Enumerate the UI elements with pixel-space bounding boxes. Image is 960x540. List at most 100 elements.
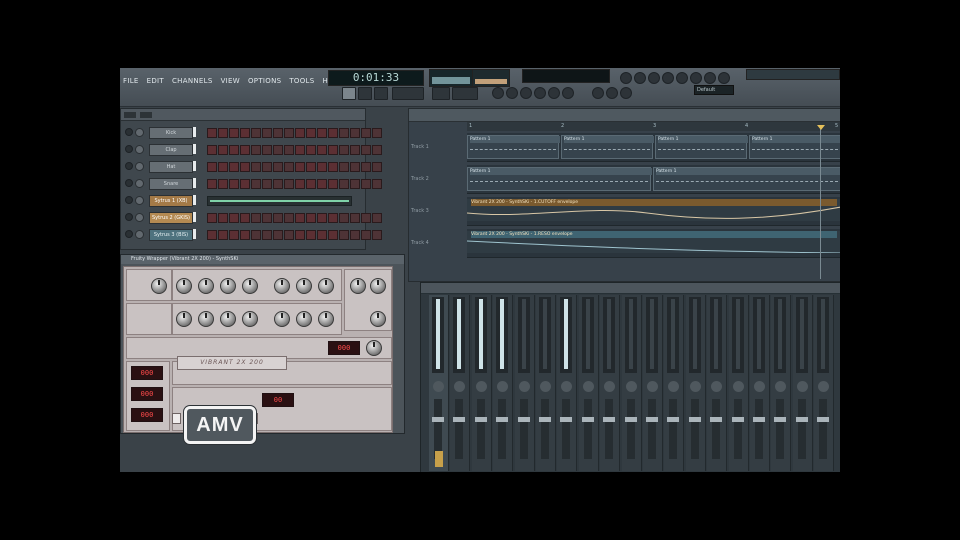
volume-fader[interactable]	[646, 399, 658, 459]
channel-name-button[interactable]: Sytrus 3 (BIS)	[149, 229, 193, 241]
step-button[interactable]	[306, 145, 316, 155]
step-button[interactable]	[240, 162, 250, 172]
channel-select-indicator[interactable]	[193, 127, 196, 137]
channel-mute-led[interactable]	[125, 230, 133, 238]
channel-pan-knob[interactable]	[135, 179, 144, 188]
step-button[interactable]	[328, 230, 338, 240]
mixer-pan-knob[interactable]	[625, 381, 637, 392]
step-button[interactable]	[207, 230, 217, 240]
volume-fader[interactable]	[539, 399, 551, 459]
step-button[interactable]	[207, 128, 217, 138]
channel-row[interactable]: Clap	[121, 142, 382, 156]
mixer-pan-knob[interactable]	[497, 381, 509, 392]
channel-row[interactable]: Sytrus 1 (XB)	[121, 193, 365, 207]
mixer-pan-knob[interactable]	[668, 381, 680, 392]
volume-fader[interactable]	[474, 399, 487, 459]
volume-fader[interactable]	[667, 399, 680, 459]
reso-knob[interactable]	[198, 278, 214, 294]
step-button[interactable]	[262, 179, 272, 189]
step-button[interactable]	[284, 230, 294, 240]
step-edit-icon[interactable]	[562, 87, 574, 99]
mixer-pan-knob[interactable]	[796, 381, 808, 392]
record-button[interactable]	[374, 87, 388, 100]
step-button[interactable]	[306, 213, 316, 223]
mixer-track[interactable]	[450, 295, 471, 471]
step-button[interactable]	[262, 128, 272, 138]
step-button[interactable]	[328, 145, 338, 155]
attack-knob[interactable]	[274, 278, 290, 294]
metronome-icon[interactable]	[492, 87, 504, 99]
step-button[interactable]	[339, 145, 349, 155]
step-button[interactable]	[317, 179, 327, 189]
online-icon[interactable]	[704, 72, 716, 84]
channel-row[interactable]: Snare	[121, 176, 382, 190]
step-button[interactable]	[339, 213, 349, 223]
step-button[interactable]	[328, 162, 338, 172]
step-button[interactable]	[218, 230, 228, 240]
track-label[interactable]: Track 4	[411, 236, 463, 250]
env-amount-knob[interactable]	[220, 278, 236, 294]
tempo-display[interactable]	[392, 87, 424, 100]
step-button[interactable]	[317, 230, 327, 240]
automation-clip[interactable]: Vibrant 2X 200 - SynthSKi - 1.RESO envel…	[467, 231, 840, 253]
mixer-pan-knob[interactable]	[732, 381, 744, 392]
record-mode-icon[interactable]	[592, 87, 604, 99]
channel-name-button[interactable]: Kick	[149, 127, 193, 139]
decay-knob[interactable]	[296, 278, 312, 294]
step-button[interactable]	[251, 179, 261, 189]
insert-selector[interactable]	[435, 451, 443, 467]
step-button[interactable]	[273, 145, 283, 155]
browser-icon[interactable]	[676, 72, 688, 84]
menu-edit[interactable]: EDIT	[146, 77, 165, 85]
env-decay-knob[interactable]	[242, 311, 258, 327]
master-knob[interactable]	[370, 311, 386, 327]
step-button[interactable]	[339, 162, 349, 172]
step-button[interactable]	[328, 213, 338, 223]
step-button[interactable]	[284, 162, 294, 172]
pattern-selector[interactable]	[452, 87, 478, 100]
channel-name-button[interactable]: Sytrus 1 (XB)	[149, 195, 193, 207]
step-button[interactable]	[273, 230, 283, 240]
mixer-track[interactable]	[578, 295, 599, 471]
step-button[interactable]	[372, 162, 382, 172]
mixer-pan-knob[interactable]	[582, 381, 594, 392]
step-button[interactable]	[218, 179, 228, 189]
step-button[interactable]	[372, 213, 382, 223]
volume-fader[interactable]	[688, 399, 701, 459]
help-icon[interactable]	[718, 72, 730, 84]
mixer-track[interactable]	[707, 295, 728, 471]
channel-mute-led[interactable]	[125, 145, 133, 153]
channel-name-button[interactable]: Clap	[149, 144, 193, 156]
pattern-clip[interactable]: Pattern 1	[467, 135, 560, 159]
channel-pan-knob[interactable]	[135, 162, 144, 171]
play-button[interactable]	[342, 87, 356, 100]
preset-knob[interactable]	[366, 340, 382, 356]
step-button[interactable]	[372, 179, 382, 189]
hint-field[interactable]: Default	[694, 85, 734, 95]
step-button[interactable]	[306, 128, 316, 138]
step-button[interactable]	[361, 145, 371, 155]
channel-rack-titlebar[interactable]	[121, 109, 365, 121]
env-sustain-knob[interactable]	[274, 311, 290, 327]
step-button[interactable]	[317, 213, 327, 223]
step-button[interactable]	[207, 213, 217, 223]
automation-clip[interactable]: Vibrant 2X 200 - SynthSKi - 1.CUTOFF env…	[467, 199, 840, 221]
mixer-track[interactable]	[685, 295, 706, 471]
step-button[interactable]	[350, 162, 360, 172]
env-attack-knob[interactable]	[220, 311, 236, 327]
mixer-track[interactable]	[643, 295, 663, 471]
step-button[interactable]	[361, 128, 371, 138]
channel-select-indicator[interactable]	[193, 229, 196, 239]
channel-piano-preview[interactable]	[207, 196, 352, 206]
step-button[interactable]	[361, 179, 371, 189]
step-button[interactable]	[262, 145, 272, 155]
step-button[interactable]	[328, 128, 338, 138]
rack-menu-icon[interactable]	[124, 111, 136, 118]
channel-pan-knob[interactable]	[135, 230, 144, 239]
mixer-track[interactable]	[429, 295, 449, 471]
step-button[interactable]	[350, 230, 360, 240]
step-button[interactable]	[251, 145, 261, 155]
mixer-track[interactable]	[771, 295, 792, 471]
mixer-pan-knob[interactable]	[561, 381, 573, 392]
step-button[interactable]	[262, 230, 272, 240]
